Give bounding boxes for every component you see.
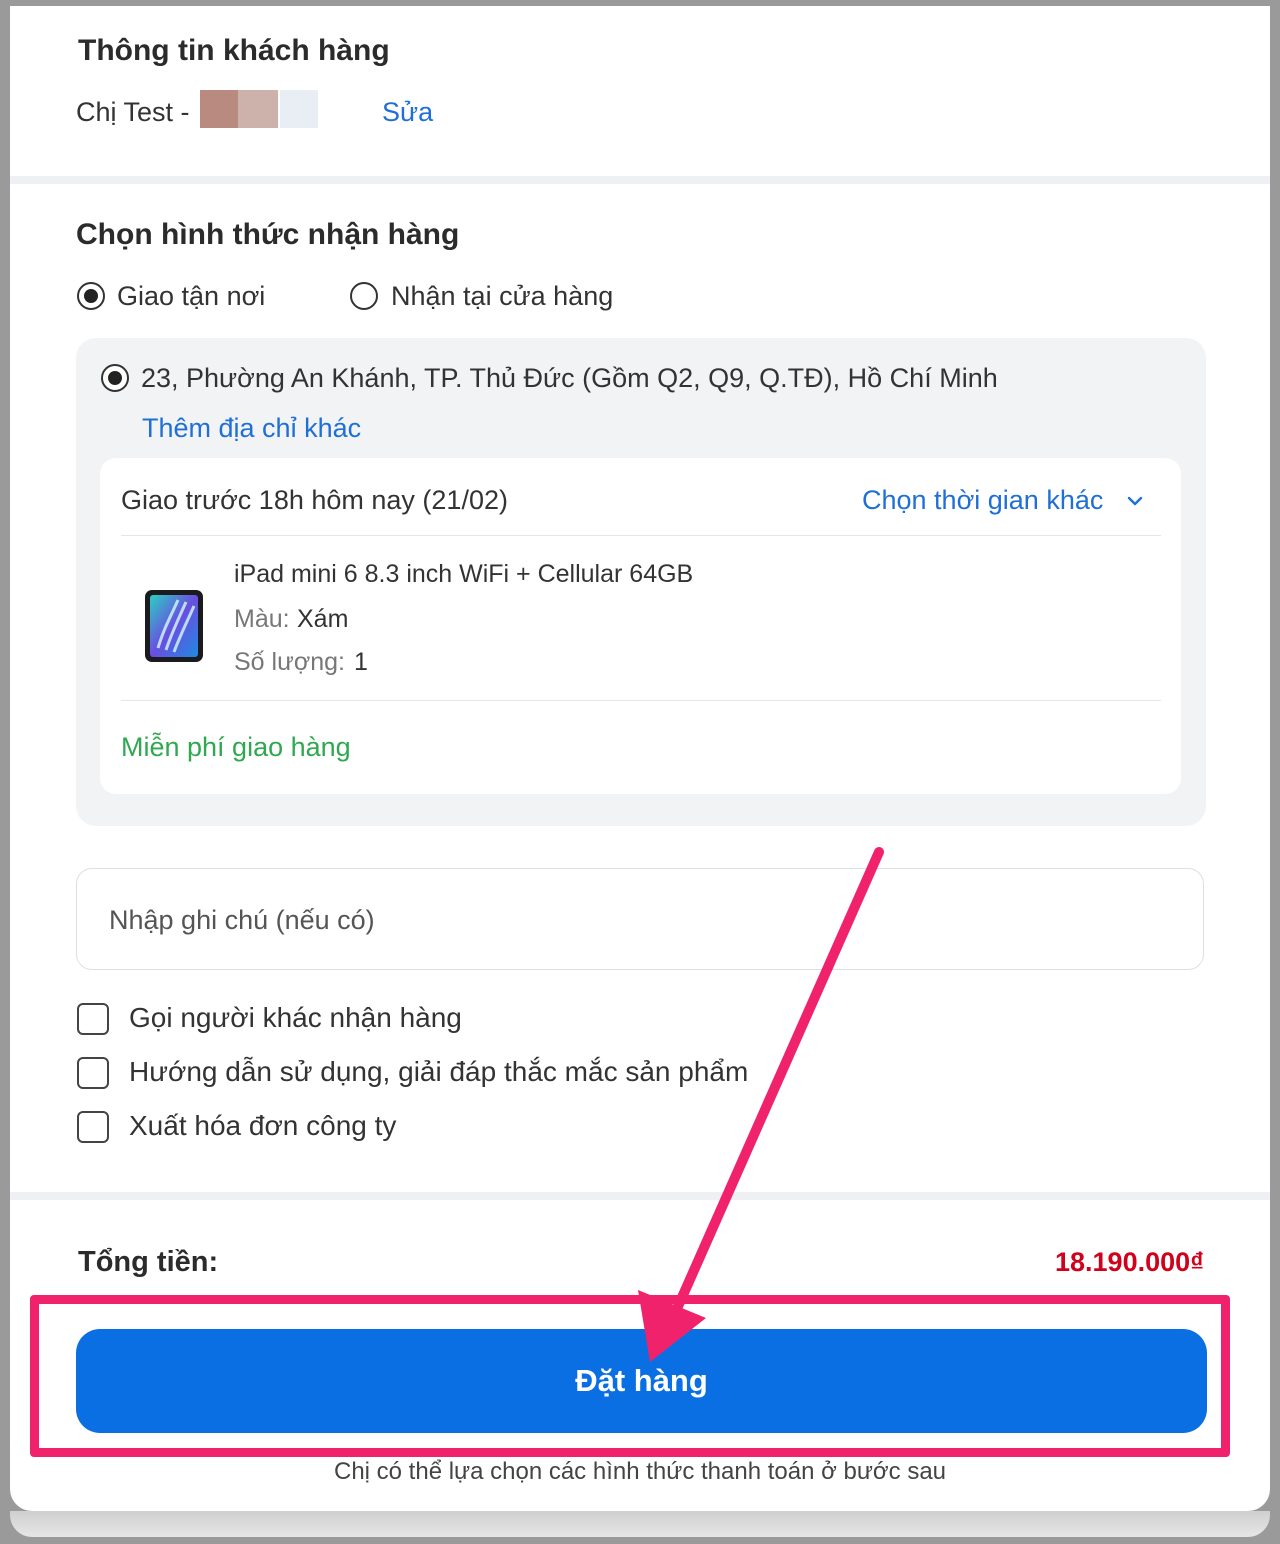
card-shadow: [10, 1511, 1270, 1537]
usage-guide-label[interactable]: Hướng dẫn sử dụng, giải đáp thắc mắc sản…: [129, 1056, 748, 1088]
checkbox-usage-guide[interactable]: [77, 1057, 109, 1089]
radio-store-pickup[interactable]: [350, 282, 378, 310]
total-label: Tổng tiền:: [78, 1246, 219, 1278]
place-order-button[interactable]: Đặt hàng: [76, 1329, 1207, 1433]
add-address-link[interactable]: Thêm địa chỉ khác: [142, 413, 361, 444]
divider: [121, 535, 1161, 536]
free-shipping-label: Miễn phí giao hàng: [121, 732, 351, 762]
section-divider: [10, 176, 1270, 184]
product-qty-value: 1: [354, 648, 368, 676]
checkbox-company-invoice[interactable]: [77, 1111, 109, 1143]
change-time-link[interactable]: Chọn thời gian khác: [862, 485, 1103, 516]
delivery-section-title: Chọn hình thức nhận hàng: [76, 218, 460, 251]
section-divider: [10, 1192, 1270, 1200]
divider: [121, 700, 1161, 701]
checkbox-call-other[interactable]: [77, 1003, 109, 1035]
radio-home-delivery[interactable]: [77, 282, 105, 310]
store-pickup-label[interactable]: Nhận tại cửa hàng: [391, 281, 613, 312]
note-field[interactable]: [76, 868, 1204, 970]
product-thumbnail: [145, 590, 203, 662]
customer-section-title: Thông tin khách hàng: [78, 34, 390, 67]
chevron-down-icon[interactable]: [1126, 494, 1144, 508]
customer-name: Chị Test -: [76, 97, 190, 127]
edit-customer-link[interactable]: Sửa: [382, 97, 433, 128]
radio-address[interactable]: [101, 364, 129, 392]
home-delivery-label[interactable]: Giao tận nơi: [117, 281, 265, 312]
product-color-label: Màu:: [234, 605, 290, 633]
product-name: iPad mini 6 8.3 inch WiFi + Cellular 64G…: [234, 560, 694, 588]
delivery-time: Giao trước 18h hôm nay (21/02): [121, 485, 508, 515]
note-input[interactable]: [107, 899, 1171, 941]
total-price: 18.190.000₫: [1055, 1247, 1204, 1277]
company-invoice-label[interactable]: Xuất hóa đơn công ty: [129, 1110, 396, 1142]
product-color-value: Xám: [297, 605, 349, 633]
product-qty-label: Số lượng:: [234, 648, 345, 676]
call-other-label[interactable]: Gọi người khác nhận hàng: [129, 1002, 462, 1034]
redacted-phone: [200, 90, 320, 128]
payment-hint: Chị có thể lựa chọn các hình thức thanh …: [333, 1458, 947, 1485]
delivery-address: 23, Phường An Khánh, TP. Thủ Đức (Gồm Q2…: [141, 363, 998, 393]
